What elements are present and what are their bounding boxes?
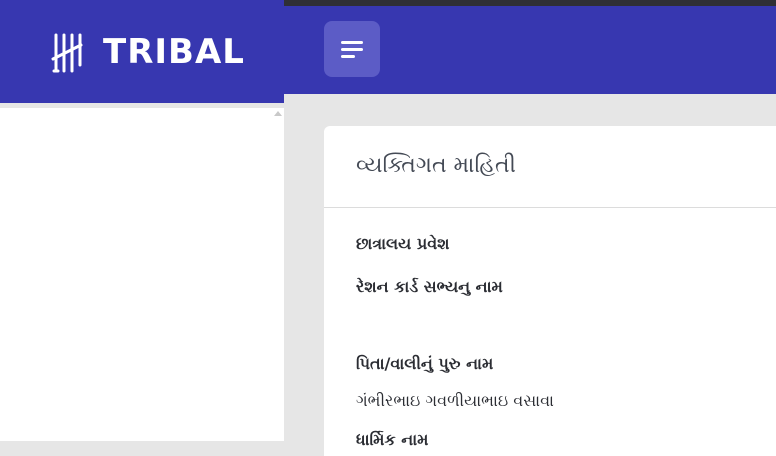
card-title: વ્યક્તિગત માહિતી bbox=[356, 153, 516, 178]
personal-info-card: વ્યક્તિગત માહિતી છાત્રાલય પ્રવેશ રેશન કા… bbox=[324, 126, 776, 456]
field-label-religion-name: ધાર્મિક નામ bbox=[356, 430, 429, 449]
sidebar bbox=[0, 108, 284, 441]
field-label-hostel-admission: છાત્રાલય પ્રવેશ bbox=[356, 234, 450, 253]
brand-name: TRIBAL bbox=[103, 32, 245, 72]
card-header: વ્યક્તિગત માહિતી bbox=[324, 126, 776, 208]
field-value-father-guardian-full-name: ગંભીરભાઇ ગવળીયાભાઇ વસાવા bbox=[356, 391, 554, 410]
field-label-ration-card-member-name: રેશન કાર્ડ સભ્યનુ નામ bbox=[356, 277, 503, 296]
sidebar-scroll-up-icon[interactable] bbox=[274, 111, 282, 116]
field-label-father-guardian-full-name: પિતા/વાલીનું પુરુ નામ bbox=[356, 354, 494, 373]
tribal-logo-icon bbox=[51, 33, 83, 73]
brand-area[interactable]: TRIBAL bbox=[0, 0, 284, 103]
menu-toggle-button[interactable] bbox=[324, 21, 380, 77]
